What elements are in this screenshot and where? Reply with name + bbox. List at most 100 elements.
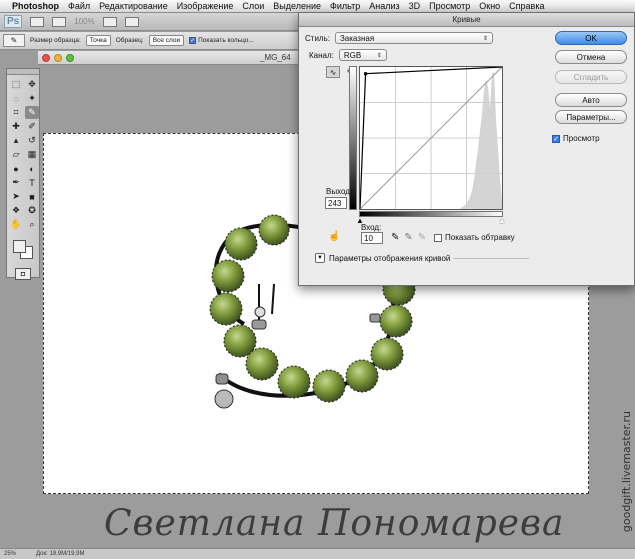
ok-button[interactable]: OK	[555, 31, 627, 45]
quick-select-tool-icon[interactable]: ✦	[25, 92, 39, 105]
targeted-adjust-icon[interactable]: ☝	[328, 231, 340, 242]
eraser-tool-icon[interactable]: ▱	[9, 148, 23, 161]
input-field[interactable]: 10	[361, 232, 383, 244]
menu-window[interactable]: Окно	[479, 1, 500, 11]
white-point-slider[interactable]: ▲	[498, 216, 506, 225]
eyedropper-preset-icon[interactable]: ✎	[3, 34, 25, 47]
document-titlebar: _MG_64	[38, 51, 300, 65]
bridge-icon[interactable]	[30, 16, 45, 27]
input-label: Вход:	[361, 223, 382, 232]
preview-label: Просмотр	[563, 134, 600, 143]
window-controls	[42, 54, 74, 62]
channel-select[interactable]: RGB ⇕	[338, 49, 387, 61]
minimize-icon[interactable]	[54, 54, 62, 62]
side-url: goodgift.livemaster.ru	[620, 411, 633, 533]
black-eyedropper-icon[interactable]: ✎	[391, 232, 399, 243]
zoom-level[interactable]: 100%	[74, 17, 94, 26]
menu-layers[interactable]: Слои	[242, 1, 264, 11]
style-row: Стиль: Заказная ⇕	[305, 32, 493, 44]
style-select[interactable]: Заказная ⇕	[334, 32, 493, 44]
channel-row: Канал: RGB ⇕	[309, 49, 387, 61]
channel-label: Канал:	[309, 50, 334, 60]
zoom-icon[interactable]	[66, 54, 74, 62]
menu-file[interactable]: Файл	[68, 1, 90, 11]
zoom-tool-icon[interactable]: ⌕	[25, 218, 39, 231]
lasso-tool-icon[interactable]: ◌	[9, 92, 23, 105]
watermark-signature: Светлана Пономарева	[104, 503, 565, 544]
quick-mask-icon[interactable]: ◘	[15, 268, 31, 280]
status-doc-size: Док: 19,9M/19,9M	[36, 551, 85, 557]
cancel-button[interactable]: Отмена	[555, 50, 627, 64]
smooth-button[interactable]: Сгладить	[555, 70, 627, 84]
marquee-tool-icon[interactable]: ⬚	[9, 78, 23, 91]
brush-tool-icon[interactable]: ✐	[25, 120, 39, 133]
sample-label: Образец:	[115, 37, 144, 44]
show-clipping-checkbox[interactable]: Показать обтравку	[434, 233, 515, 242]
arrange-icon[interactable]	[102, 16, 117, 27]
options-button[interactable]: Параметры...	[555, 110, 627, 124]
menu-image[interactable]: Изображение	[177, 1, 234, 11]
checkmark-icon: ✓	[552, 134, 560, 143]
show-clipping-label: Показать обтравку	[445, 233, 515, 242]
color-swatches[interactable]	[9, 238, 37, 264]
menu-view[interactable]: Просмотр	[429, 1, 470, 11]
curves-dialog: Кривые Стиль: Заказная ⇕ Канал: RGB ⇕ ∿ …	[298, 12, 635, 286]
disclosure-icon[interactable]: ▼	[315, 253, 325, 263]
input-gradient	[359, 211, 503, 217]
dodge-tool-icon[interactable]: ◐	[25, 162, 39, 175]
clipping-checkbox-box	[434, 233, 442, 242]
foreground-color[interactable]	[13, 240, 26, 253]
curve-display-label: Параметры отображения кривой	[329, 253, 451, 263]
show-ring-checkbox[interactable]: ✓ Показать кольцо...	[189, 37, 254, 44]
auto-button[interactable]: Авто	[555, 93, 627, 107]
blur-tool-icon[interactable]: ●	[9, 162, 23, 175]
healing-tool-icon[interactable]: ✚	[9, 120, 23, 133]
menu-select[interactable]: Выделение	[273, 1, 321, 11]
gradient-tool-icon[interactable]: ▦	[25, 148, 39, 161]
sample-size-label: Размер образца:	[30, 37, 81, 44]
crop-tool-icon[interactable]: ⌗	[9, 106, 23, 119]
menu-app[interactable]: Photoshop	[12, 1, 59, 11]
menu-filter[interactable]: Фильтр	[330, 1, 360, 11]
stamp-tool-icon[interactable]: ▴	[9, 134, 23, 147]
curve-edit-icon[interactable]: ∿	[326, 66, 340, 78]
eyedropper-tool-icon[interactable]: ✎	[25, 106, 39, 119]
status-bar: 25% Док: 19,9M/19,9M	[0, 548, 635, 559]
style-value: Заказная	[339, 33, 375, 43]
preview-checkbox[interactable]: ✓ Просмотр	[552, 134, 600, 143]
curve-display-options[interactable]: ▼ Параметры отображения кривой	[315, 253, 529, 263]
close-icon[interactable]	[42, 54, 50, 62]
type-tool-icon[interactable]: T	[25, 176, 39, 189]
application-bar: Ps 100%	[0, 13, 300, 31]
output-field[interactable]: 243	[325, 197, 347, 209]
divider	[454, 257, 529, 259]
photoshop-logo: Ps	[4, 15, 23, 28]
menu-help[interactable]: Справка	[509, 1, 544, 11]
gray-eyedropper-icon[interactable]: ✎	[404, 232, 412, 243]
path-select-icon[interactable]: ➤	[9, 190, 23, 203]
toolbox-panel: ⬚ ✥ ◌ ✦ ⌗ ✎ ✚ ✐ ▴ ↺ ▱ ▦ ● ◐ ✒ T ➤ ■ ❖ ✪ …	[6, 68, 40, 280]
output-label: Выход:	[326, 187, 353, 196]
shape-tool-icon[interactable]: ■	[25, 190, 39, 203]
minibridge-icon[interactable]	[52, 16, 67, 27]
menu-edit[interactable]: Редактирование	[99, 1, 168, 11]
history-brush-icon[interactable]: ↺	[25, 134, 39, 147]
sample-layers-select[interactable]: Все слои	[148, 35, 185, 46]
show-ring-label: Показать кольцо...	[198, 37, 254, 44]
sample-size-select[interactable]: Точка	[85, 35, 111, 46]
pen-tool-icon[interactable]: ✒	[9, 176, 23, 189]
curves-graph[interactable]	[359, 66, 503, 210]
menu-3d[interactable]: 3D	[409, 1, 421, 11]
document-title: _MG_64	[260, 53, 291, 62]
menu-analysis[interactable]: Анализ	[369, 1, 399, 11]
chevron-updown-icon: ⇕	[376, 52, 382, 59]
3d-orbit-icon[interactable]: ✪	[25, 204, 39, 217]
hand-tool-icon[interactable]: ✋	[9, 218, 23, 231]
white-eyedropper-icon[interactable]: ✎	[418, 232, 426, 243]
channel-value: RGB	[343, 50, 362, 60]
status-zoom[interactable]: 25%	[4, 551, 16, 557]
dialog-title: Кривые	[299, 13, 634, 27]
screen-mode-icon[interactable]	[124, 16, 139, 27]
move-tool-icon[interactable]: ✥	[25, 78, 39, 91]
3d-rotate-icon[interactable]: ❖	[9, 204, 23, 217]
